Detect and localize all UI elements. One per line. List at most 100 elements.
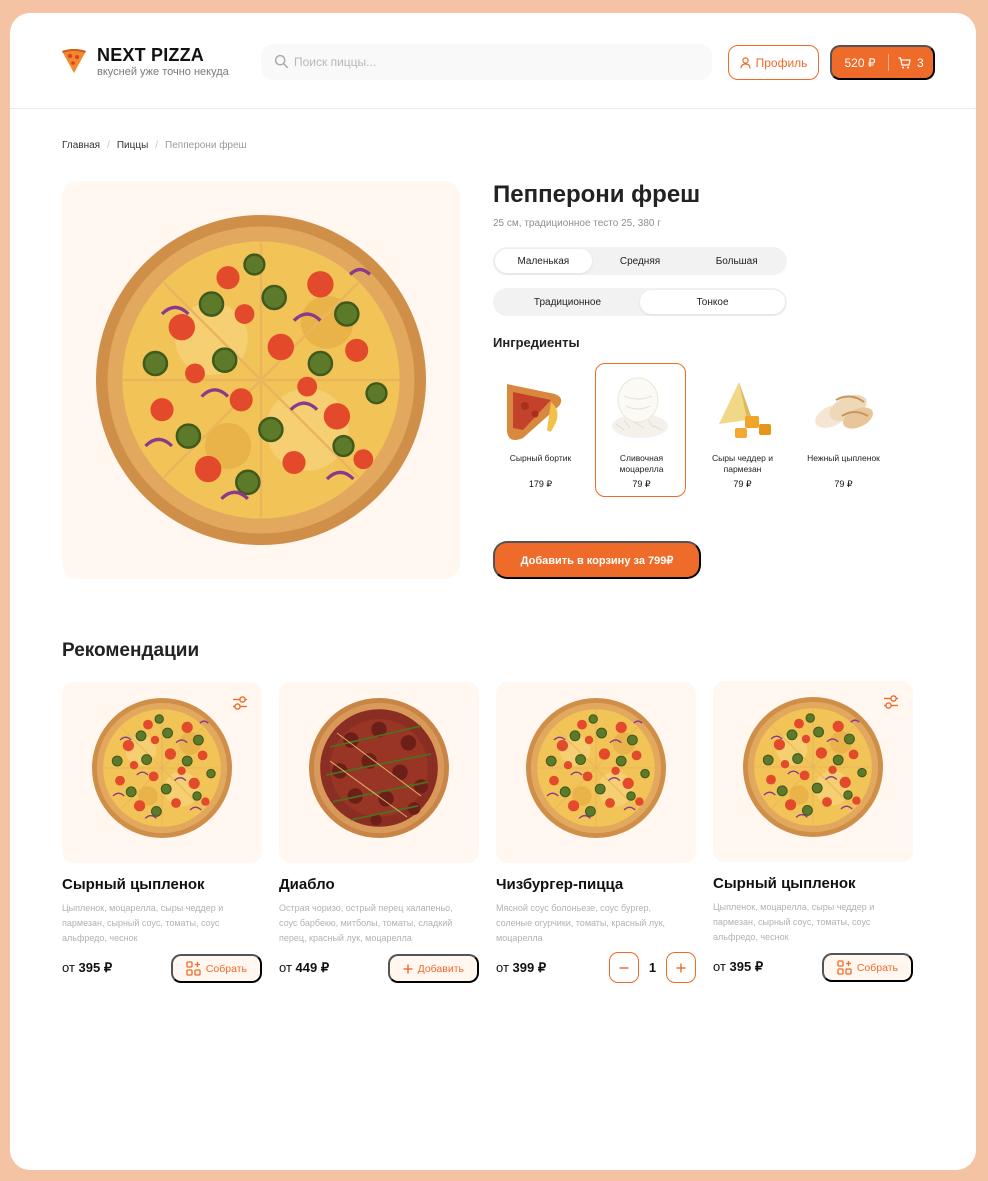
breadcrumb-separator: / [107, 140, 110, 151]
add-label: Добавить [417, 962, 464, 975]
cheese-crust-icon [507, 384, 562, 440]
product-description: 25 см, традиционное тесто 25, 380 г [493, 218, 661, 229]
breadcrumb-separator: / [155, 140, 159, 151]
dough-selector: Традиционное Тонкое [493, 288, 787, 316]
build-icon [186, 961, 201, 976]
ingredient-price: 79 ₽ [834, 479, 853, 489]
product-card-description: Мясной соус болоньезе, соус бургер, соле… [496, 903, 666, 943]
build-label: Собрать [856, 961, 898, 974]
product-card[interactable]: Чизбургер-пицца Мясной соус болоньезе, с… [496, 682, 696, 983]
search-input[interactable] [294, 44, 694, 80]
cart-sum: 520 ₽ [844, 55, 876, 70]
settings-sliders-icon[interactable] [883, 694, 899, 710]
ingredient-card[interactable]: Нежный цыпленок 79 ₽ [797, 363, 888, 497]
build-icon [837, 960, 852, 975]
search-icon [274, 54, 289, 69]
pizza-image [94, 213, 428, 547]
ingredient-name: Сливочная моцарелла [619, 453, 664, 474]
build-button[interactable]: Собрать [821, 953, 913, 982]
recommendations-title: Рекомендации [62, 640, 200, 661]
ingredient-price: 79 ₽ [733, 479, 752, 489]
user-icon [739, 56, 751, 69]
pizza-image [743, 697, 883, 837]
product-card-name[interactable]: Диабло [279, 876, 335, 893]
ingredient-price: 79 ₽ [632, 479, 651, 489]
product-card-price: от 399 ₽ [496, 960, 546, 976]
ingredient-name: Сыры чеддер и пармезан [712, 453, 773, 474]
dough-option-thin[interactable]: Тонкое [640, 290, 785, 314]
add-button[interactable]: Добавить [387, 954, 479, 983]
product-card-price: от 395 ₽ [62, 960, 112, 976]
ingredients-title: Ингредиенты [493, 335, 580, 350]
cheddar-parmesan-icon [719, 382, 771, 438]
product-image [62, 181, 460, 579]
product-card[interactable]: Сырный цыпленок Цыпленок, моцарелла, сыр… [62, 682, 262, 983]
breadcrumb: Главная / Пиццы / Пепперони фреш [62, 140, 247, 151]
pizza-image [526, 698, 666, 838]
pizza-image [309, 698, 449, 838]
price-value: 395 ₽ [78, 960, 113, 975]
product-card-price: от 449 ₽ [279, 960, 329, 976]
product-card[interactable]: Сырный цыпленок Цыпленок, моцарелла, сыр… [713, 681, 913, 982]
plus-icon [676, 963, 686, 972]
product-card-description: Цыпленок, моцарелла, сыры чеддер и парме… [713, 902, 875, 942]
brand-tagline: вкусней уже точно некуда [97, 66, 229, 78]
quantity-stepper: 1 [609, 952, 696, 983]
header: NEXT PIZZA вкусней уже точно некуда Проф… [10, 13, 976, 109]
brand-name[interactable]: NEXT PIZZA [97, 45, 204, 66]
product-card-name[interactable]: Сырный цыпленок [713, 875, 856, 892]
price-value: 395 ₽ [729, 959, 764, 974]
product-title: Пепперони фреш [493, 181, 701, 208]
price-value: 399 ₽ [512, 960, 547, 975]
ingredient-card-selected[interactable]: Сливочная моцарелла 79 ₽ [595, 363, 686, 497]
ingredient-card[interactable]: Сыры чеддер и пармезан 79 ₽ [696, 363, 787, 497]
product-card-name[interactable]: Сырный цыпленок [62, 876, 205, 893]
size-option-small[interactable]: Маленькая [495, 249, 592, 273]
size-option-medium[interactable]: Средняя [592, 249, 689, 273]
build-button[interactable]: Собрать [170, 954, 262, 983]
product-card-description: Острая чоризо, острый перец халапеньо, с… [279, 903, 453, 943]
ingredient-card[interactable]: Сырный бортик 179 ₽ [494, 363, 585, 497]
product-card-price: от 395 ₽ [713, 959, 763, 975]
search-box[interactable] [261, 44, 712, 80]
settings-sliders-icon[interactable] [232, 695, 248, 711]
breadcrumb-current: Пепперони фреш [165, 140, 247, 151]
ingredient-name: Сырный бортик [509, 453, 572, 463]
breadcrumb-home[interactable]: Главная [62, 140, 100, 151]
quantity-value: 1 [648, 960, 657, 975]
profile-label: Профиль [755, 55, 808, 70]
plus-icon [403, 964, 413, 973]
chicken-icon [815, 394, 873, 429]
page-frame: NEXT PIZZA вкусней уже точно некуда Проф… [10, 13, 976, 1170]
product-card-image[interactable] [279, 682, 479, 863]
ingredient-price: 179 ₽ [528, 479, 553, 489]
product-card-description: Цыпленок, моцарелла, сыры чеддер и парме… [62, 903, 224, 943]
dough-option-traditional[interactable]: Традиционное [495, 290, 640, 314]
cart-button[interactable]: 520 ₽ 3 [830, 45, 935, 80]
size-selector: Маленькая Средняя Большая [493, 247, 787, 275]
price-prefix: от [496, 960, 509, 975]
price-value: 449 ₽ [295, 960, 330, 975]
product-card-image[interactable] [496, 682, 696, 863]
product-card-image[interactable] [713, 681, 913, 862]
add-to-cart-button[interactable]: Добавить в корзину за 799₽ [493, 541, 701, 579]
increase-button[interactable] [666, 952, 696, 983]
decrease-button[interactable] [609, 952, 639, 983]
price-prefix: от [279, 960, 292, 975]
price-prefix: от [713, 959, 726, 974]
mozzarella-icon [612, 377, 668, 438]
price-prefix: от [62, 960, 75, 975]
minus-icon [619, 966, 629, 969]
ingredient-name: Нежный цыпленок [807, 453, 880, 463]
size-option-large[interactable]: Большая [688, 249, 785, 273]
breadcrumb-pizzas[interactable]: Пиццы [117, 140, 148, 151]
cart-icon [898, 56, 911, 68]
build-label: Собрать [205, 962, 247, 975]
pizza-logo-icon[interactable] [61, 48, 87, 74]
pizza-image [92, 698, 232, 838]
product-card-name[interactable]: Чизбургер-пицца [496, 876, 623, 893]
cart-count: 3 [917, 55, 924, 70]
product-card-image[interactable] [62, 682, 262, 863]
product-card[interactable]: Диабло Острая чоризо, острый перец халап… [279, 682, 479, 983]
profile-button[interactable]: Профиль [728, 45, 819, 80]
